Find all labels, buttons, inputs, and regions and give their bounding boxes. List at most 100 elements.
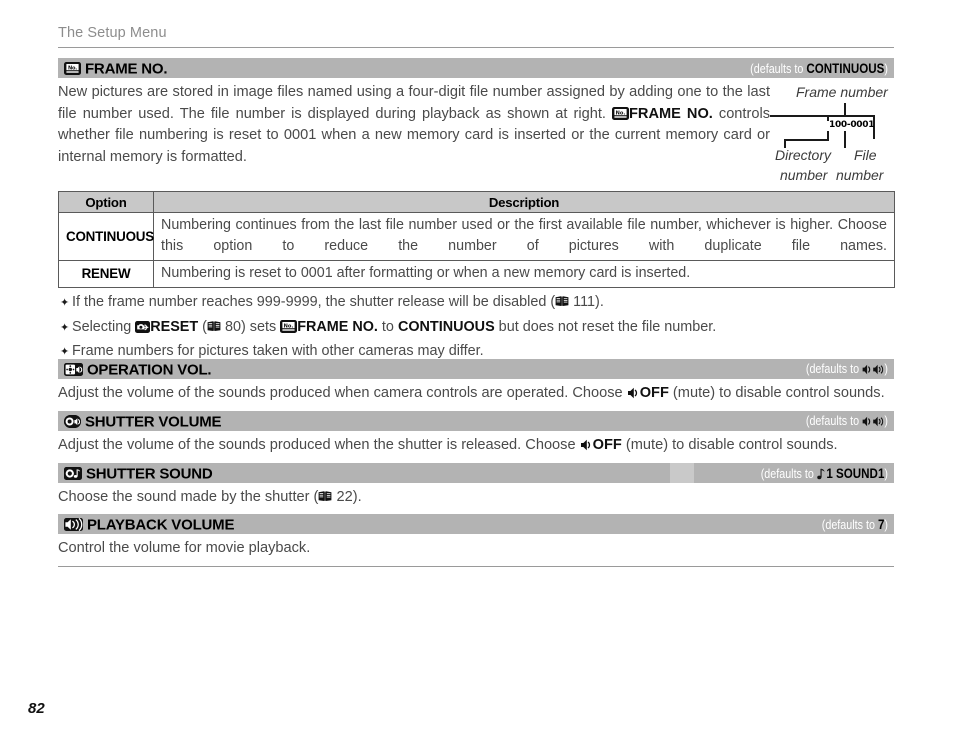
frame-number-diagram: Frame number 100-0001 Directory number F… bbox=[770, 84, 896, 184]
table-header-option: Option bbox=[58, 191, 154, 213]
defaults-playback-volume: (defaults to 7) bbox=[726, 517, 888, 532]
body-shutter-volume-part2: (mute) to disable control sounds. bbox=[621, 437, 838, 453]
note2-continuous-keyword: CONTINUOUS bbox=[397, 318, 495, 335]
note1-page-ref: 111 bbox=[573, 294, 596, 310]
reset-icon bbox=[135, 320, 151, 333]
note2-text-e: but does not reset the file number. bbox=[494, 318, 717, 335]
body-playback-volume-part1: Control the volume for movie playback. bbox=[58, 540, 311, 556]
diagram-file-drop bbox=[844, 139, 846, 148]
note2-text-d: to bbox=[377, 318, 398, 335]
running-head: The Setup Menu bbox=[58, 25, 167, 41]
operation-volume-icon bbox=[64, 363, 83, 376]
section-label-playback-volume: PLAYBACK VOLUME bbox=[86, 516, 235, 534]
defaults-operation-vol: (defaults to ) bbox=[675, 362, 888, 378]
body-operation-vol-keyword: OFF bbox=[639, 385, 669, 401]
diagram-file-label-1: File bbox=[854, 147, 877, 163]
body-operation-vol-part2: (mute) to disable control sounds. bbox=[668, 385, 885, 401]
defaults-prefix: (defaults to bbox=[750, 62, 807, 76]
defaults-shutter-volume: (defaults to ) bbox=[675, 414, 888, 430]
body-frame-no: New pictures are stored in image files n… bbox=[58, 82, 770, 168]
note-icon bbox=[817, 468, 826, 483]
body-operation-vol: Adjust the volume of the sounds produced… bbox=[58, 383, 894, 407]
diagram-directory-label-1: Directory bbox=[775, 147, 832, 163]
note2-text-a: Selecting bbox=[72, 318, 136, 335]
table-header-description: Description bbox=[153, 191, 895, 213]
body-operation-vol-part1: Adjust the volume of the sounds produced… bbox=[58, 385, 627, 401]
options-table: Option Description CONTINUOUS Numbering … bbox=[58, 191, 895, 288]
table-header-row: Option Description bbox=[58, 191, 895, 213]
defaults-prefix: (defaults to bbox=[805, 362, 863, 376]
svg-text:No.: No. bbox=[616, 110, 626, 116]
shutter-sound-icon bbox=[64, 467, 82, 480]
page-ref-icon bbox=[318, 488, 332, 501]
body-playback-volume: Control the volume for movie playback. bbox=[58, 538, 894, 560]
header-divider bbox=[58, 47, 894, 48]
defaults-suffix: ) bbox=[884, 467, 888, 481]
note1-text-b: ). bbox=[595, 294, 604, 310]
section-label-shutter-sound: SHUTTER SOUND bbox=[85, 465, 213, 483]
page-ref-icon bbox=[207, 318, 221, 331]
section-title-shutter-sound: SHUTTER SOUND bbox=[64, 465, 213, 483]
diagram-directory-label-2: number bbox=[780, 167, 828, 183]
defaults-shutter-sound: (defaults to 1 SOUND1) bbox=[683, 466, 888, 483]
note1-text-a: If the frame number reaches 999-9999, th… bbox=[72, 294, 556, 310]
section-title-shutter-volume: SHUTTER VOLUME bbox=[64, 413, 222, 431]
section-title-operation-vol: OPERATION VOL. bbox=[64, 361, 212, 379]
table-cell-option-continuous: CONTINUOUS bbox=[58, 212, 154, 261]
diagram-dir-horizontal bbox=[784, 139, 829, 141]
list-item: ✦ If the frame number reaches 999-9999, t… bbox=[60, 292, 894, 313]
body-shutter-volume: Adjust the volume of the sounds produced… bbox=[58, 435, 894, 459]
note2-frameno-keyword: FRAME NO. bbox=[297, 318, 378, 335]
defaults-prefix: (defaults to bbox=[821, 518, 878, 532]
table-cell-option-renew: RENEW bbox=[58, 260, 154, 288]
playback-volume-icon bbox=[64, 518, 83, 531]
note2-page-ref: 80 bbox=[224, 318, 241, 335]
section-label-shutter-volume: SHUTTER VOLUME bbox=[84, 413, 222, 431]
diagram-frame-number-value: 100-0001 bbox=[829, 120, 875, 130]
diamond-bullet-icon: ✦ bbox=[60, 321, 70, 334]
speaker-mute-icon bbox=[580, 437, 593, 459]
section-title-frame-no: No. FRAME NO. bbox=[64, 60, 168, 78]
section-divider-bottom bbox=[58, 566, 894, 567]
diamond-bullet-icon: ✦ bbox=[60, 297, 70, 309]
defaults-suffix: ) bbox=[884, 362, 888, 376]
body-shutter-sound-part2: ). bbox=[352, 489, 362, 505]
svg-text:No.: No. bbox=[68, 65, 77, 71]
diagram-top-label: Frame number bbox=[796, 84, 888, 100]
defaults-suffix: ) bbox=[884, 518, 888, 532]
table-cell-description-renew: Numbering is reset to 0001 after formatt… bbox=[153, 260, 895, 288]
table-cell-description-continuous: Numbering continues from the last file n… bbox=[153, 212, 895, 261]
note2-text-c: ) sets bbox=[241, 318, 281, 335]
manual-page: The Setup Menu No. FRAME NO. (defaults t… bbox=[0, 0, 954, 748]
diagram-file-label-2: number bbox=[836, 167, 884, 183]
body-shutter-volume-part1: Adjust the volume of the sounds produced… bbox=[58, 437, 580, 453]
defaults-prefix: (defaults to bbox=[805, 414, 863, 428]
defaults-suffix: ) bbox=[884, 414, 888, 428]
notes-list: ✦ If the frame number reaches 999-9999, t… bbox=[60, 292, 894, 366]
page-number: 82 bbox=[28, 700, 45, 717]
shutter-volume-icon bbox=[64, 415, 81, 428]
speaker-medium-icon bbox=[862, 364, 884, 378]
note2-text-b: ( bbox=[198, 318, 207, 335]
defaults-prefix: (defaults to bbox=[760, 467, 817, 481]
svg-text:No.: No. bbox=[284, 323, 294, 329]
frame-no-icon-inline: No. bbox=[611, 106, 629, 120]
table-row: CONTINUOUS Numbering continues from the … bbox=[58, 212, 895, 261]
body-frame-no-keyword: FRAME NO. bbox=[628, 105, 713, 122]
speaker-mute-icon bbox=[627, 385, 640, 407]
section-label-frame-no: FRAME NO. bbox=[84, 60, 168, 78]
frame-no-icon-inline: No. bbox=[280, 319, 298, 333]
body-shutter-sound: Choose the sound made by the shutter ( 2… bbox=[58, 487, 894, 509]
section-title-playback-volume: PLAYBACK VOLUME bbox=[64, 516, 234, 534]
note3-text: Frame numbers for pictures taken with ot… bbox=[72, 343, 484, 359]
speaker-medium-icon bbox=[862, 416, 884, 430]
table-row: RENEW Numbering is reset to 0001 after f… bbox=[58, 260, 895, 288]
body-shutter-sound-ref: 22 bbox=[336, 489, 353, 505]
frame-no-icon: No. bbox=[64, 62, 81, 75]
defaults-suffix: ) bbox=[884, 62, 888, 76]
body-shutter-volume-keyword: OFF bbox=[592, 437, 622, 453]
defaults-frame-no: (defaults to CONTINUOUS) bbox=[640, 61, 888, 76]
section-label-operation-vol: OPERATION VOL. bbox=[86, 361, 212, 379]
list-item: ✦ Selecting RESET ( 80) sets No. FRAME NO.… bbox=[60, 317, 894, 338]
diagram-line-top-horizontal bbox=[770, 115, 875, 117]
